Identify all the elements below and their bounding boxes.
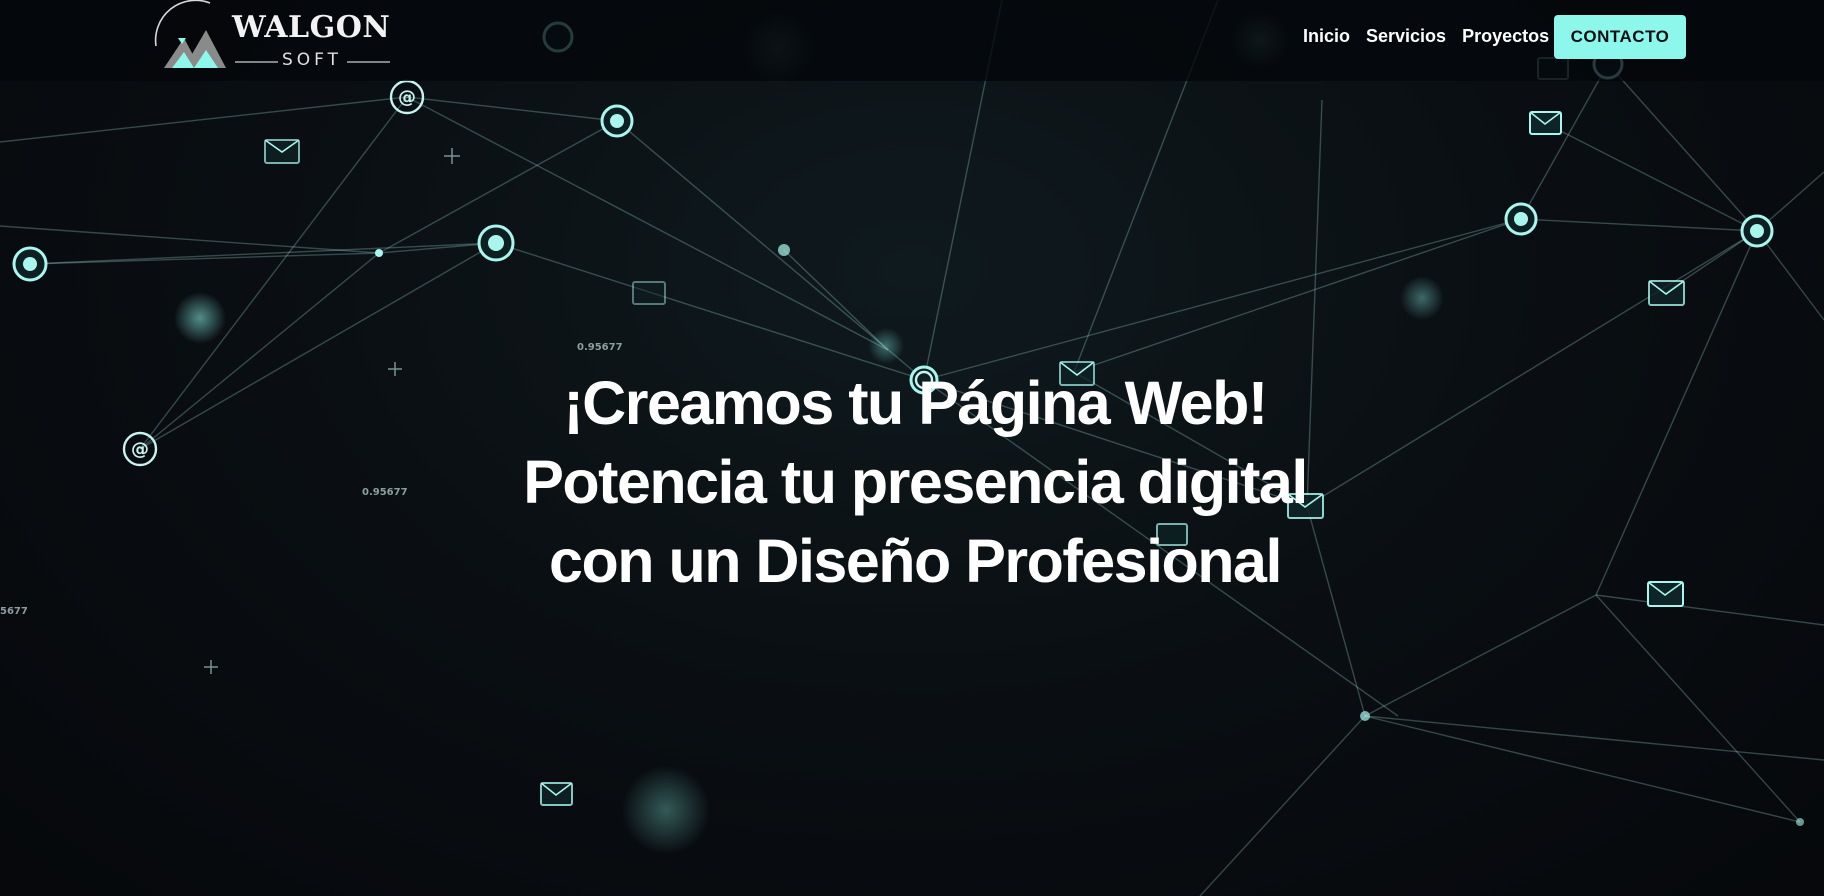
nav-link-proyectos[interactable]: Proyectos xyxy=(1462,26,1549,47)
nav-link-servicios[interactable]: Servicios xyxy=(1366,26,1446,47)
site-header: WALGON SOFT Inicio Servicios Proyectos C… xyxy=(0,0,1824,81)
data-label: 0.95677 xyxy=(362,487,408,498)
data-label: 5677 xyxy=(0,606,28,617)
logo-subtitle: SOFT xyxy=(282,50,343,70)
nav-link-inicio[interactable]: Inicio xyxy=(1303,26,1350,47)
data-label: 0.95677 xyxy=(577,342,623,353)
logo-wordmark: WALGON xyxy=(232,10,391,45)
brand-logo[interactable]: WALGON SOFT xyxy=(150,0,390,72)
main-nav: Inicio Servicios Proyectos xyxy=(1303,26,1549,47)
svg-text:@: @ xyxy=(131,439,149,460)
svg-text:@: @ xyxy=(398,87,416,108)
hero-title: ¡Creamos tu Página Web! Potencia tu pres… xyxy=(523,369,1308,595)
logo-mountain-icon xyxy=(154,0,226,68)
contact-button[interactable]: CONTACTO xyxy=(1554,15,1686,59)
page: @ @ 0.95677 0.95677 5677 WALGON SOFT Ini… xyxy=(0,0,1824,896)
